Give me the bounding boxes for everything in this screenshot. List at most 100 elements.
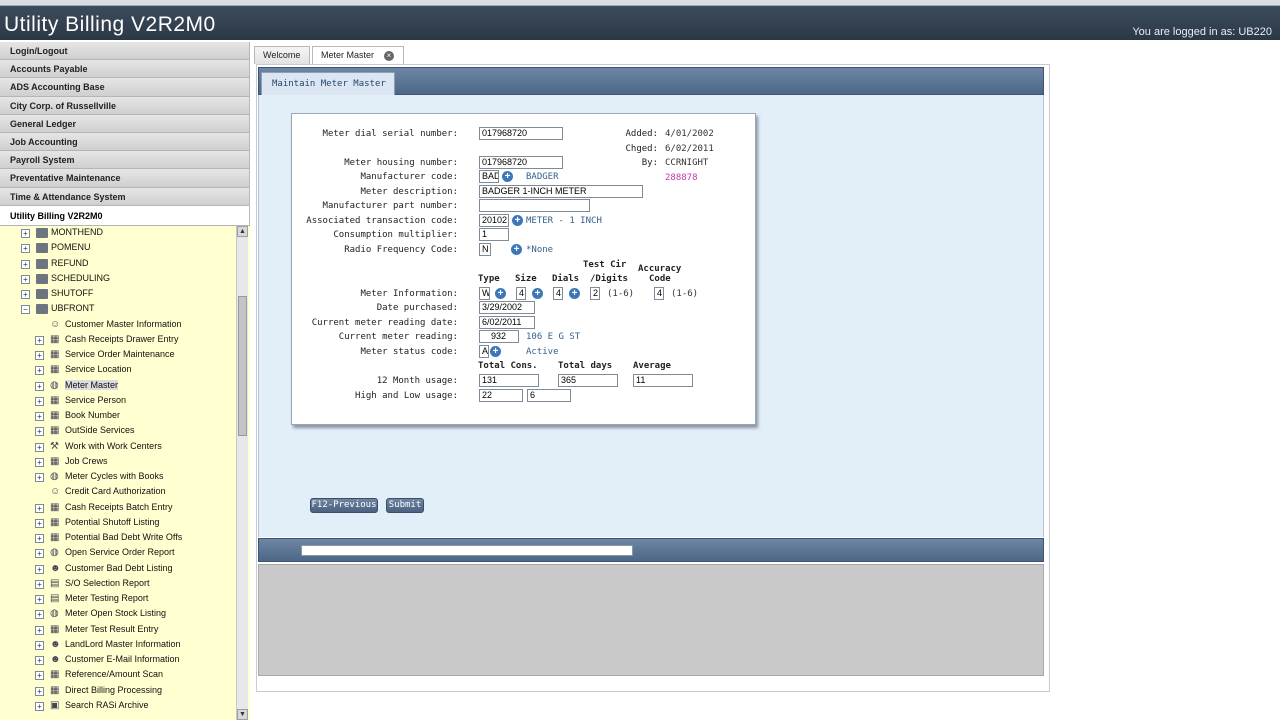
tree-item[interactable]: + ▦ OutSide Services xyxy=(0,424,250,439)
status-input[interactable]: A xyxy=(479,345,489,358)
meter-size-input[interactable]: 4 xyxy=(516,287,526,300)
status-lookup-icon[interactable]: + xyxy=(490,346,501,357)
expand-icon[interactable]: + xyxy=(35,564,44,574)
tree-item[interactable]: + ☻ LandLord Master Information xyxy=(0,638,250,653)
tree-item[interactable]: + ▦ Potential Shutoff Listing xyxy=(0,516,250,531)
expand-icon[interactable]: + xyxy=(35,595,44,604)
tree-item[interactable]: + MONTHEND xyxy=(0,226,250,241)
current-reading-input[interactable]: 932 xyxy=(479,330,519,343)
sidebar-menu-item[interactable]: General Ledger xyxy=(0,114,249,133)
expand-icon[interactable]: + xyxy=(35,457,44,467)
expand-icon[interactable]: + xyxy=(35,625,44,635)
expand-icon[interactable]: + xyxy=(35,610,44,620)
expand-icon[interactable]: + xyxy=(35,366,44,376)
expand-icon[interactable]: + xyxy=(35,701,44,711)
expand-icon[interactable]: + xyxy=(21,244,30,254)
tree-item[interactable]: + ▦ Potential Bad Debt Write Offs xyxy=(0,531,250,546)
current-reading-date-input[interactable]: 6/02/2011 xyxy=(479,316,535,329)
submit-button[interactable]: Submit xyxy=(386,498,424,513)
tree-item[interactable]: + ☻ Customer E-Mail Information xyxy=(0,653,250,668)
expand-icon[interactable]: + xyxy=(35,473,44,482)
tree-item[interactable]: + ◍ Meter Master xyxy=(0,379,250,394)
tree-item[interactable]: + ☻ Customer Bad Debt Listing xyxy=(0,562,250,577)
meter-description-input[interactable]: BADGER 1-INCH METER xyxy=(479,185,643,198)
transaction-lookup-icon[interactable]: + xyxy=(512,215,523,226)
dials-lookup-icon[interactable]: + xyxy=(569,288,580,299)
tree-item[interactable]: + ▦ Meter Test Result Entry xyxy=(0,623,250,638)
scroll-down-arrow-icon[interactable]: ▼ xyxy=(237,709,248,720)
meter-dials-input[interactable]: 4 xyxy=(553,287,563,300)
consumption-input[interactable]: 1 xyxy=(479,228,509,241)
sidebar-menu-item[interactable]: City Corp. of Russellville xyxy=(0,96,249,115)
date-purchased-input[interactable]: 3/29/2002 xyxy=(479,301,535,314)
expand-icon[interactable]: + xyxy=(35,686,44,696)
tab-welcome[interactable]: Welcome xyxy=(254,46,310,64)
expand-icon[interactable]: + xyxy=(35,412,44,421)
meter-type-input[interactable]: W xyxy=(479,287,490,300)
expand-icon[interactable]: + xyxy=(35,503,44,513)
sidebar-menu-item[interactable]: Accounts Payable xyxy=(0,60,249,79)
tree-item[interactable]: + ▦ Cash Receipts Drawer Entry xyxy=(0,333,250,348)
tree-item[interactable]: + ▤ S/O Selection Report xyxy=(0,577,250,592)
expand-icon[interactable]: + xyxy=(21,229,30,238)
test-cir-input[interactable]: 2 xyxy=(590,287,600,300)
expand-icon[interactable]: + xyxy=(35,518,44,528)
previous-button[interactable]: F12-Previous xyxy=(310,498,378,513)
radio-freq-input[interactable]: N xyxy=(479,243,491,256)
expand-icon[interactable]: + xyxy=(35,579,44,589)
radio-freq-lookup-icon[interactable]: + xyxy=(511,244,522,255)
tree-item[interactable]: + ▦ Reference/Amount Scan xyxy=(0,668,250,683)
tree-item[interactable]: + SHUTOFF xyxy=(0,287,250,302)
tree-item[interactable]: + REFUND xyxy=(0,257,250,272)
accuracy-code-input[interactable]: 4 xyxy=(654,287,664,300)
expand-icon[interactable]: + xyxy=(21,259,30,269)
tree-scrollbar[interactable]: ▲ ▼ xyxy=(236,226,248,720)
tree-item[interactable]: + ▦ Service Person xyxy=(0,394,250,409)
expand-icon[interactable]: + xyxy=(35,640,44,650)
size-lookup-icon[interactable]: + xyxy=(532,288,543,299)
scroll-up-arrow-icon[interactable]: ▲ xyxy=(237,226,248,237)
usage-12-cons-input[interactable]: 131 xyxy=(479,374,539,387)
tree-item[interactable]: + ◍ Open Service Order Report xyxy=(0,546,250,561)
sidebar-menu-item[interactable]: Utility Billing V2R2M0 xyxy=(0,205,249,226)
expand-icon[interactable]: + xyxy=(35,351,44,360)
lower-panel-input[interactable] xyxy=(301,545,633,556)
high-usage-input[interactable]: 22 xyxy=(479,389,523,402)
expand-icon[interactable]: + xyxy=(35,534,44,543)
expand-icon[interactable]: + xyxy=(35,656,44,665)
sidebar-menu-item[interactable]: ADS Accounting Base xyxy=(0,78,249,97)
expand-icon[interactable]: + xyxy=(35,427,44,437)
tree-item[interactable]: + ⚒ Work with Work Centers xyxy=(0,440,250,455)
expand-icon[interactable]: + xyxy=(35,671,44,681)
tree-item[interactable]: + ▦ Service Order Maintenance xyxy=(0,348,250,363)
expand-icon[interactable]: + xyxy=(21,274,30,284)
tab-meter-master[interactable]: Meter Master × xyxy=(312,46,404,64)
tree-item[interactable]: ☺ Customer Master Information xyxy=(0,318,250,333)
sidebar-menu-item[interactable]: Time & Attendance System xyxy=(0,187,249,206)
close-tab-icon[interactable]: × xyxy=(384,51,395,61)
expand-icon[interactable]: + xyxy=(35,381,44,391)
manufacturer-part-input[interactable] xyxy=(479,199,590,212)
manufacturer-lookup-icon[interactable]: + xyxy=(502,171,513,182)
assoc-trans-input[interactable]: 20102 xyxy=(479,214,509,227)
tree-item[interactable]: ☺ Credit Card Authorization xyxy=(0,485,250,500)
tree-item[interactable]: + ▤ Meter Testing Report xyxy=(0,592,250,607)
scroll-thumb[interactable] xyxy=(238,296,247,436)
tree-item[interactable]: + ◍ Meter Open Stock Listing xyxy=(0,607,250,622)
usage-12-days-input[interactable]: 365 xyxy=(558,374,618,387)
meter-housing-input[interactable]: 017968720 xyxy=(479,156,563,169)
usage-12-avg-input[interactable]: 11 xyxy=(633,374,693,387)
expand-icon[interactable]: + xyxy=(21,290,30,299)
tree-item[interactable]: + ▦ Cash Receipts Batch Entry xyxy=(0,501,250,516)
low-usage-input[interactable]: 6 xyxy=(527,389,571,402)
expand-icon[interactable]: + xyxy=(35,335,44,345)
tree-item[interactable]: + POMENU xyxy=(0,241,250,256)
expand-icon[interactable]: + xyxy=(35,396,44,406)
collapse-icon[interactable]: − xyxy=(21,305,30,315)
sidebar-menu-item[interactable]: Job Accounting xyxy=(0,132,249,152)
tree-item[interactable]: + ▦ Service Location xyxy=(0,363,250,378)
expand-icon[interactable]: + xyxy=(35,549,44,559)
expand-icon[interactable]: + xyxy=(35,442,44,452)
tree-item[interactable]: + ▦ Direct Billing Processing xyxy=(0,684,250,699)
tree-item[interactable]: − UBFRONT xyxy=(0,302,250,317)
